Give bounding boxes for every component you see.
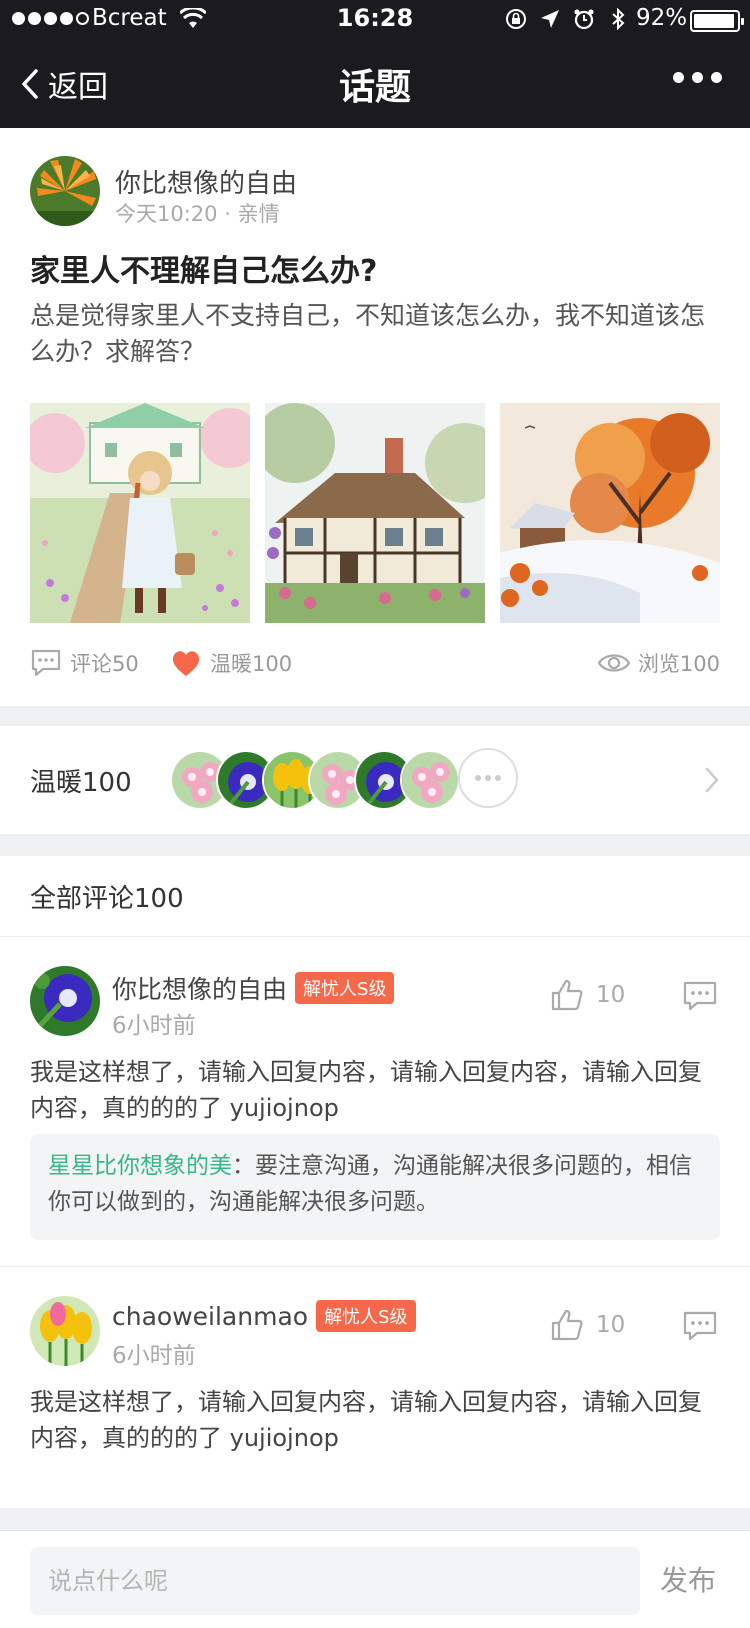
- like-count: 10: [596, 1312, 626, 1338]
- post-meta: 今天10:20 · 亲情: [115, 198, 280, 228]
- publish-button[interactable]: 发布: [660, 1559, 716, 1599]
- post-image[interactable]: [30, 403, 250, 623]
- post-card: 你比想像的自由 今天10:20 · 亲情 家里人不理解自己怎么办? 总是觉得家里…: [0, 128, 750, 706]
- garden-girl-painting-image: [30, 403, 250, 623]
- more-options-button[interactable]: [673, 72, 722, 83]
- post-actions: 评论50 温暖100 浏览100: [30, 648, 720, 688]
- more-avatars-icon[interactable]: [458, 748, 518, 808]
- section-divider: [0, 706, 750, 726]
- section-divider: [0, 1508, 750, 1530]
- status-bar: Bcreat 16:28 92%: [0, 0, 750, 40]
- section-divider: [0, 834, 750, 856]
- heart-icon: [172, 651, 200, 676]
- views-count: 浏览100: [637, 652, 720, 676]
- post-title: 家里人不理解自己怎么办?: [30, 254, 378, 289]
- thumbs-up-icon: [551, 1309, 583, 1341]
- warmth-count: 温暖100: [210, 652, 293, 676]
- commenter-name[interactable]: 你比想像的自由: [112, 970, 287, 1006]
- reply-icon[interactable]: [682, 1310, 718, 1342]
- comment-count: 评论50: [70, 652, 139, 676]
- comment-text: 我是这样想了，请输入回复内容，请输入回复内容，请输入回复内容，真的的的了 yuj…: [30, 1388, 702, 1452]
- top-bar: Bcreat 16:28 92% 返回 话题: [0, 0, 750, 128]
- location-icon: [541, 10, 559, 28]
- comments-section: 全部评论100 你比想像的自由 解忧人S级 6小时前 10 我是这样想了，请输入…: [0, 856, 750, 1508]
- avatar[interactable]: [30, 966, 100, 1036]
- eye-icon: [597, 654, 630, 672]
- reply-icon[interactable]: [682, 980, 718, 1012]
- warmth-label: 温暖100: [30, 768, 132, 798]
- alarm-icon: [574, 9, 594, 30]
- comment-item: 你比想像的自由 解忧人S级 6小时前 10 我是这样想了，请输入回复内容，请输入…: [0, 936, 750, 1266]
- post-body: 总是觉得家里人不支持自己，不知道该怎么办，我不知道该怎么办？求解答？: [30, 301, 706, 366]
- post-image-gallery: [30, 403, 720, 623]
- commenter-name[interactable]: chaoweilanmao: [112, 1302, 308, 1331]
- warmth-avatar-list: [170, 748, 520, 810]
- avatar[interactable]: [30, 1296, 100, 1366]
- post-time: 今天10:20: [115, 202, 218, 226]
- post-image[interactable]: [265, 403, 485, 623]
- reply-quote: 星星比你想象的美：要注意沟通，沟通能解决很多问题的，相信你可以做到的，沟通能解决…: [30, 1134, 720, 1240]
- level-badge: 解忧人S级: [295, 972, 395, 1004]
- page-title: 话题: [338, 67, 411, 108]
- like-button[interactable]: 10: [550, 1308, 625, 1342]
- cottage-painting-image: [265, 403, 485, 623]
- level-badge: 解忧人S级: [316, 1300, 416, 1332]
- comments-title: 全部评论100: [30, 884, 184, 914]
- post-category[interactable]: 亲情: [238, 202, 280, 226]
- comment-time: 6小时前: [112, 1013, 196, 1039]
- reply-author[interactable]: 星星比你想象的美: [48, 1153, 232, 1179]
- comment-icon: [31, 649, 61, 677]
- battery-icon: [690, 10, 744, 32]
- comment-text: 我是这样想了，请输入回复内容，请输入回复内容，请输入回复内容，真的的的了 yuj…: [30, 1058, 702, 1122]
- avatar[interactable]: [30, 156, 100, 226]
- like-count: 10: [596, 982, 626, 1008]
- post-image[interactable]: [500, 403, 720, 623]
- like-button[interactable]: 10: [550, 978, 625, 1012]
- warmth-action[interactable]: 温暖100: [170, 648, 292, 678]
- avatar[interactable]: [400, 750, 460, 810]
- rotation-lock-icon: [506, 9, 526, 29]
- comment-item: chaoweilanmao 解忧人S级 6小时前 10 我是这样想了，请输入回复…: [0, 1266, 750, 1508]
- nav-bar: 返回 话题: [0, 40, 750, 128]
- comment-input[interactable]: [30, 1547, 640, 1615]
- chevron-right-icon: [705, 767, 719, 793]
- meta-separator: ·: [224, 202, 231, 226]
- comment-input-bar: 发布: [0, 1530, 750, 1628]
- thumbs-up-icon: [551, 979, 583, 1011]
- autumn-snow-painting-image: [500, 403, 720, 623]
- battery-percentage: 92%: [636, 5, 688, 31]
- bluetooth-icon: [612, 8, 625, 30]
- warmth-row[interactable]: 温暖100: [0, 726, 750, 834]
- post-author-name[interactable]: 你比想像的自由: [115, 163, 297, 200]
- views-stat: 浏览100: [597, 648, 720, 678]
- comment-time: 6小时前: [112, 1343, 196, 1369]
